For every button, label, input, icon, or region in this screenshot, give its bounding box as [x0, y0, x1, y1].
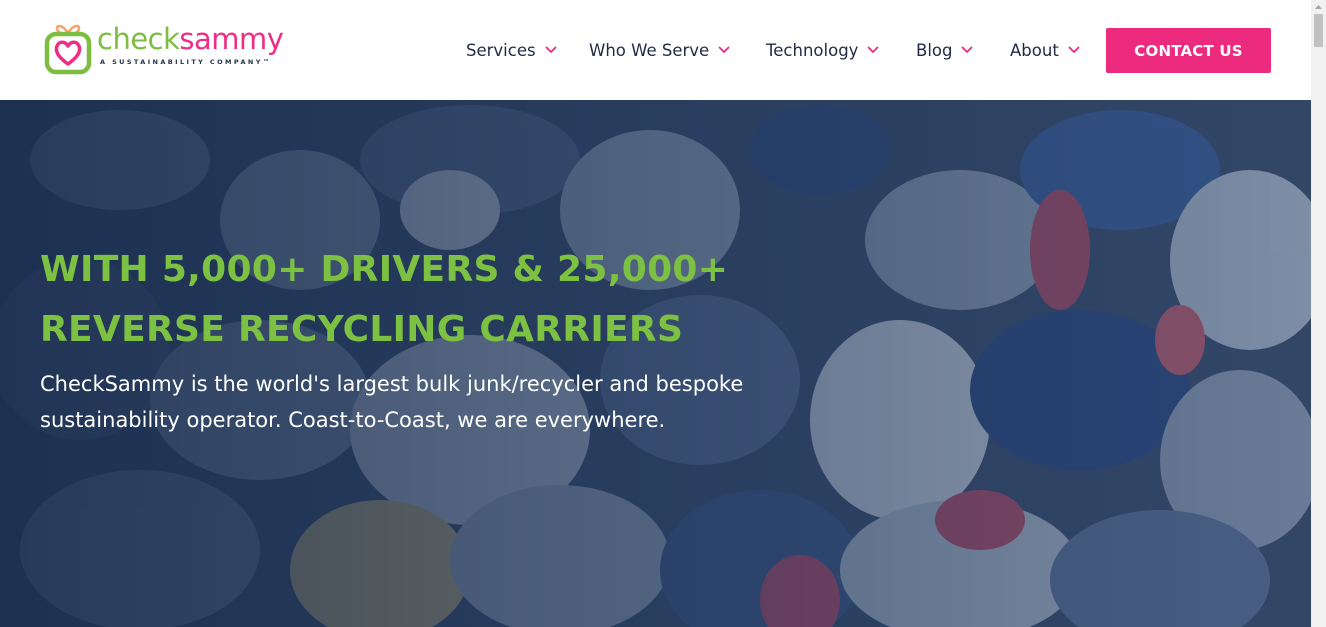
hero-section: WITH 5,000+ DRIVERS & 25,000+ REVERSE RE… — [0, 100, 1311, 627]
nav-label: About — [1010, 40, 1059, 60]
nav-services[interactable]: Services — [466, 38, 557, 62]
hero-subtext-line-1: CheckSammy is the world's largest bulk j… — [40, 372, 744, 396]
chevron-down-icon — [545, 46, 556, 53]
nav-who-we-serve[interactable]: Who We Serve — [589, 38, 730, 62]
hero-subtext-line-2: sustainability operator. Coast-to-Coast,… — [40, 408, 666, 432]
logo-tagline: A SUSTAINABILITY COMPANY™ — [100, 58, 272, 66]
logo-word-check: check — [97, 22, 180, 56]
chevron-down-icon — [868, 46, 879, 53]
scrollbar-thumb[interactable] — [1314, 14, 1323, 47]
hero-headline: WITH 5,000+ DRIVERS & 25,000+ REVERSE RE… — [40, 240, 800, 360]
chevron-down-icon — [962, 46, 973, 53]
nav-label: Blog — [916, 40, 953, 60]
chevron-down-icon — [718, 46, 730, 53]
scroll-up-arrow-icon[interactable] — [1314, 3, 1323, 11]
page-scrollbar[interactable] — [1311, 0, 1326, 627]
chevron-down-icon — [1068, 46, 1080, 53]
contact-us-label: CONTACT US — [1134, 41, 1243, 60]
nav-label: Technology — [766, 40, 859, 60]
hero-headline-line-2: REVERSE RECYCLING CARRIERS — [40, 309, 684, 350]
site-header: checksammy A SUSTAINABILITY COMPANY™ Ser… — [0, 0, 1311, 100]
nav-technology[interactable]: Technology — [766, 38, 879, 62]
nav-about[interactable]: About — [1010, 38, 1080, 62]
checksammy-logo[interactable]: checksammy A SUSTAINABILITY COMPANY™ — [44, 18, 294, 80]
nav-blog[interactable]: Blog — [916, 38, 973, 62]
nav-label: Services — [466, 40, 536, 60]
gift-heart-logo-icon — [44, 24, 92, 75]
hero-headline-line-1: WITH 5,000+ DRIVERS & 25,000+ — [40, 249, 729, 290]
logo-wordmark: checksammy — [97, 22, 284, 56]
contact-us-button[interactable]: CONTACT US — [1106, 28, 1271, 73]
hero-subtext: CheckSammy is the world's largest bulk j… — [40, 366, 840, 438]
browser-viewport: checksammy A SUSTAINABILITY COMPANY™ Ser… — [0, 0, 1326, 627]
logo-word-sammy: sammy — [179, 22, 284, 56]
nav-label: Who We Serve — [589, 40, 710, 60]
textile-pile-background-image — [0, 100, 1311, 627]
